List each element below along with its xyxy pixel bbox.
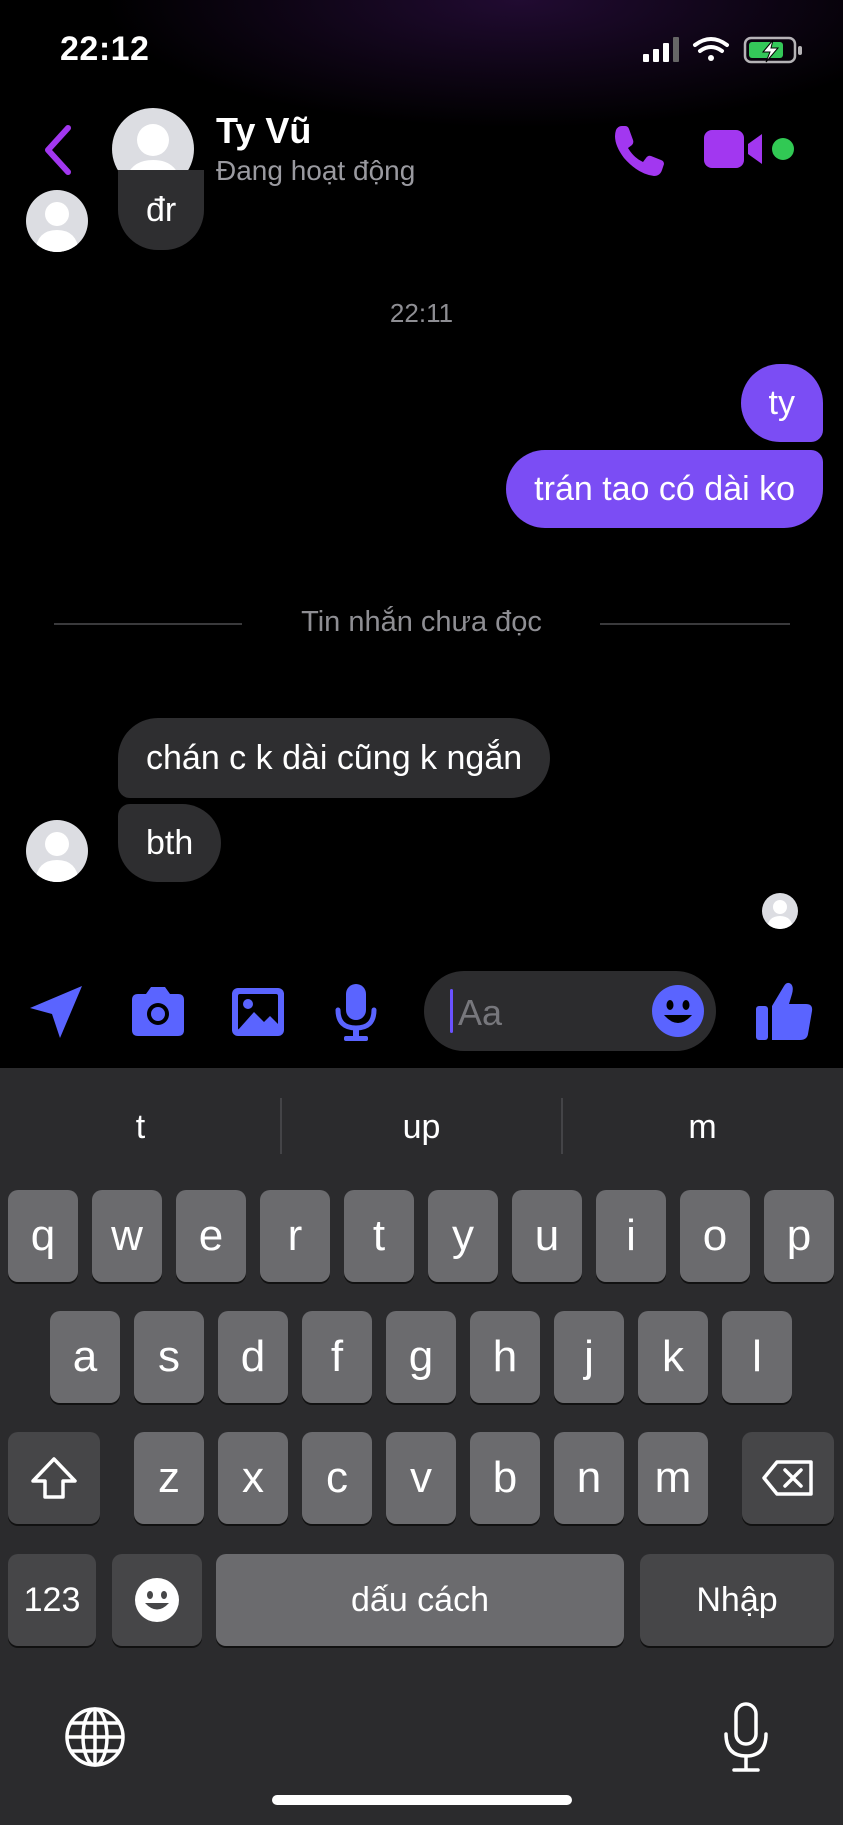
emoji-button[interactable] [650,983,706,1039]
text-cursor [450,989,453,1033]
key-h[interactable]: h [470,1311,540,1403]
key-b[interactable]: b [470,1432,540,1524]
battery-icon [743,36,802,64]
message-bubble-incoming[interactable]: bth [118,804,222,882]
person-silhouette-icon [767,900,793,929]
key-t[interactable]: t [344,1190,414,1282]
message-input[interactable]: Aa [424,971,716,1051]
key-c[interactable]: c [302,1432,372,1524]
key-j[interactable]: j [554,1311,624,1403]
dictation-microphone-icon [724,1702,768,1772]
video-camera-icon [704,130,762,168]
dictation-button[interactable] [718,1700,774,1776]
emoji-icon [652,985,704,1037]
wifi-icon [693,37,729,61]
message-timestamp: 22:11 [389,298,454,328]
key-v[interactable]: v [386,1432,456,1524]
key-m[interactable]: m [638,1432,708,1524]
key-e[interactable]: e [176,1190,246,1282]
shift-arrow-icon [31,1457,77,1499]
message-bubble-incoming[interactable]: chán c k dài cũng k ngắn [118,718,551,798]
message-text: bth [146,824,194,862]
phone-icon [615,126,664,176]
emoji-face-icon [135,1578,179,1622]
key-k[interactable]: k [638,1311,708,1403]
key-u[interactable]: u [512,1190,582,1282]
send-location-button[interactable] [24,980,88,1044]
video-call-button[interactable] [700,124,766,174]
shift-key[interactable] [8,1432,100,1524]
cellular-signal-icon [643,37,679,62]
key-a[interactable]: a [50,1311,120,1403]
globe-button[interactable] [62,1704,128,1770]
message-text: chán c k dài cũng k ngắn [146,739,523,777]
back-button[interactable] [38,120,78,180]
key-x[interactable]: x [218,1432,288,1524]
on-screen-keyboard: t up m q w e r t y u i o p a s d f g h j… [0,1068,843,1825]
message-bubble-outgoing[interactable]: trán tao có dài ko [506,450,823,528]
gallery-button[interactable] [226,980,290,1044]
camera-icon [132,987,184,1036]
person-silhouette-icon [35,832,79,882]
voice-call-button[interactable] [608,120,668,180]
key-n[interactable]: n [554,1432,624,1524]
key-i[interactable]: i [596,1190,666,1282]
key-l[interactable]: l [722,1311,792,1403]
read-receipt-avatar [762,893,798,929]
online-indicator [772,138,794,160]
contact-avatar-small [26,190,88,252]
camera-button[interactable] [126,980,190,1044]
key-r[interactable]: r [260,1190,330,1282]
message-text: trán tao có dài ko [534,470,795,508]
back-chevron-icon [45,125,71,175]
like-button[interactable] [752,978,816,1044]
key-f[interactable]: f [302,1311,372,1403]
contact-avatar-small [26,820,88,882]
unread-divider-label: Tin nhắn chưa đọc [301,606,542,638]
key-o[interactable]: o [680,1190,750,1282]
status-icons [643,36,813,66]
suggestion-2[interactable]: up [281,1108,562,1147]
send-location-icon [30,986,82,1038]
key-q[interactable]: q [8,1190,78,1282]
key-w[interactable]: w [92,1190,162,1282]
message-text: ty [768,384,795,422]
return-key[interactable]: Nhập [640,1554,834,1646]
status-time: 22:12 [60,30,150,68]
image-icon [232,988,284,1036]
space-key[interactable]: dấu cách [216,1554,624,1646]
contact-active-status: Đang hoạt động [216,155,416,186]
suggestion-3[interactable]: m [562,1108,843,1147]
message-bubble-incoming[interactable]: đr [118,170,205,250]
backspace-icon [762,1460,813,1496]
key-y[interactable]: y [428,1190,498,1282]
key-d[interactable]: d [218,1311,288,1403]
key-z[interactable]: z [134,1432,204,1524]
numbers-key[interactable]: 123 [8,1554,96,1646]
like-icon [756,982,813,1040]
voice-message-button[interactable] [324,980,388,1044]
suggestion-1[interactable]: t [0,1108,281,1147]
message-bubble-outgoing[interactable]: ty [740,364,823,442]
message-input-placeholder: Aa [458,992,503,1033]
message-text: đr [146,191,177,229]
person-silhouette-icon [35,202,79,252]
emoji-keyboard-key[interactable] [112,1554,202,1646]
globe-icon [65,1707,125,1767]
key-s[interactable]: s [134,1311,204,1403]
home-indicator[interactable] [272,1795,572,1805]
key-p[interactable]: p [764,1190,834,1282]
microphone-icon [335,984,377,1041]
key-g[interactable]: g [386,1311,456,1403]
contact-name[interactable]: Ty Vũ [216,110,311,152]
backspace-key[interactable] [742,1432,834,1524]
